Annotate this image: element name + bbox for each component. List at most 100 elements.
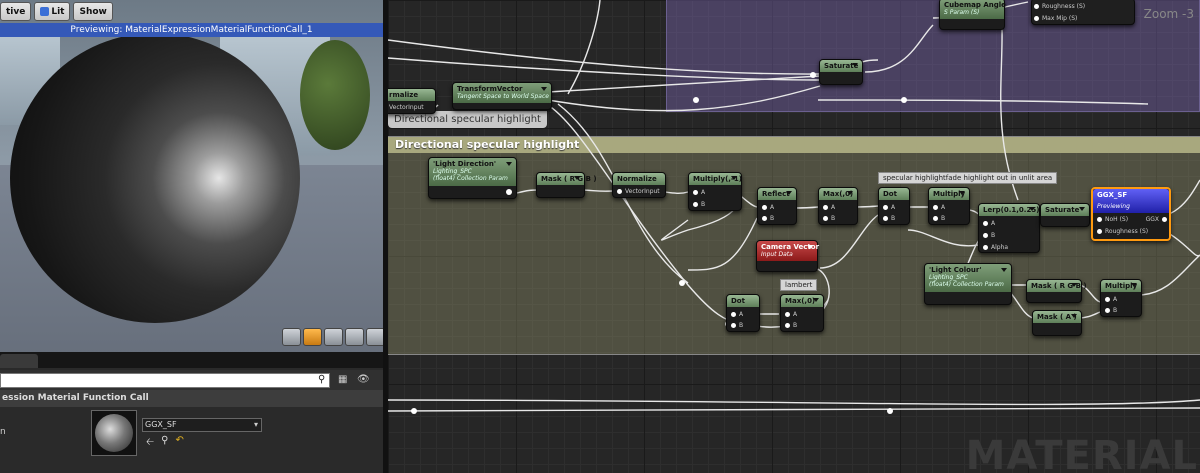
collapse-caret-icon[interactable] <box>1071 283 1077 287</box>
pin-alpha[interactable]: Alpha <box>982 244 1008 251</box>
pin-a[interactable]: A <box>932 204 945 211</box>
collapse-caret-icon[interactable] <box>852 63 858 67</box>
pin-b[interactable]: B <box>784 322 797 329</box>
pin-b[interactable]: B <box>1104 307 1117 314</box>
thumbnail-sphere <box>95 414 133 452</box>
node-multiply-3[interactable]: Multiply A B <box>1100 279 1142 317</box>
pin-b[interactable]: B <box>932 215 945 222</box>
grid-icon[interactable]: ▦ <box>338 374 347 385</box>
pin-max-mip[interactable]: Max Mip (S) <box>1033 15 1077 22</box>
node-dot-2[interactable]: Dot A B <box>726 294 760 332</box>
pin-a[interactable]: A <box>761 204 774 211</box>
details-tab[interactable] <box>0 354 38 368</box>
collapse-caret-icon[interactable] <box>1131 283 1137 287</box>
pin-b[interactable]: B <box>730 322 743 329</box>
pin-vectorinput[interactable]: VectorInput <box>389 104 424 111</box>
asset-picker-actions: 🡠 ⚲ ↶ <box>146 435 184 452</box>
node-ggx-sf-previewing: Previewing <box>1097 203 1130 210</box>
pin-a[interactable]: A <box>1104 296 1117 303</box>
node-mask-rgb-2[interactable]: Mask ( R G B ) <box>1026 279 1087 303</box>
plane-mesh-button[interactable] <box>324 328 343 346</box>
lit-button[interactable]: Lit <box>34 2 71 21</box>
collapse-caret-icon[interactable] <box>1071 314 1077 318</box>
collapse-caret-icon[interactable] <box>1001 268 1007 272</box>
node-dot-2-title: Dot <box>731 297 745 305</box>
node-reflect[interactable]: Reflect A B <box>757 187 797 225</box>
preview-viewport[interactable]: tive Lit Show Previewing: MaterialExpres… <box>0 0 383 352</box>
node-light-direction[interactable]: 'Light Direction' Lighting_SPC (float4) Co… <box>428 157 517 199</box>
browse-search-icon[interactable]: ⚲ <box>161 435 168 452</box>
use-selected-arrow-icon[interactable]: 🡠 <box>146 435 154 452</box>
pin-ggx-output[interactable]: GGX <box>1146 216 1168 223</box>
node-normalize[interactable]: Normalize VectorInput <box>612 172 666 198</box>
background-tree <box>300 40 370 150</box>
node-lerp[interactable]: Lerp(0.1,0.25) A B Alpha <box>978 203 1040 253</box>
collapse-caret-icon[interactable] <box>574 176 580 180</box>
node-cubemap-angle[interactable]: Cubemap Angle S Param (S) <box>939 0 1006 30</box>
cube-mesh-button[interactable] <box>345 328 364 346</box>
pin-b[interactable]: B <box>882 215 895 222</box>
node-ggx-sf[interactable]: GGX_SF Previewing NoH (S) Roughness (S) G… <box>1091 187 1171 241</box>
pin-a[interactable]: A <box>882 204 895 211</box>
node-camera-vector[interactable]: Camera Vector Input Data <box>756 240 819 272</box>
node-saturate-top[interactable]: Saturate <box>819 59 863 85</box>
node-cubemap-function[interactable]: Roughness (S) Max Mip (S) <box>1031 0 1135 25</box>
viewport-toolbar: tive Lit Show <box>0 2 113 22</box>
node-multiply-neg1[interactable]: Multiply(,-1) A B <box>688 172 742 211</box>
cylinder-mesh-button[interactable] <box>282 328 301 346</box>
pin-a[interactable]: A <box>730 311 743 318</box>
output-pin[interactable] <box>506 189 512 195</box>
collapse-caret-icon[interactable] <box>1079 207 1085 211</box>
comment-bubble-specular[interactable]: specular highlightfade highlight out in … <box>878 172 1058 184</box>
node-dot-1[interactable]: Dot A B <box>878 187 910 225</box>
collapse-caret-icon[interactable] <box>1029 207 1035 211</box>
pin-b[interactable]: B <box>982 232 995 239</box>
collapse-caret-icon[interactable] <box>786 191 792 195</box>
details-search-input[interactable] <box>0 373 330 388</box>
asset-picker-dropdown[interactable]: GGX_SF ▾ <box>142 418 262 432</box>
custom-mesh-button[interactable] <box>366 328 383 346</box>
asset-thumbnail[interactable] <box>91 410 137 456</box>
pin-noh[interactable]: NoH (S) <box>1096 216 1128 223</box>
realtime-button[interactable]: tive <box>0 2 32 21</box>
node-light-direction-collection: Lighting_SPC <box>433 168 472 175</box>
collapse-caret-icon[interactable] <box>959 191 965 195</box>
pin-b[interactable]: B <box>761 215 774 222</box>
pin-a[interactable]: A <box>784 311 797 318</box>
reset-yellow-icon[interactable]: ↶ <box>175 435 183 452</box>
pin-a[interactable]: A <box>692 189 705 196</box>
node-transform-vector[interactable]: TransformVector Tangent Space to World Sp… <box>452 82 552 110</box>
collapse-caret-icon[interactable] <box>506 162 512 166</box>
preview-sphere <box>10 33 300 323</box>
collapse-caret-icon[interactable] <box>847 191 853 195</box>
node-mask-rgb-1[interactable]: Mask ( R G B ) <box>536 172 597 198</box>
pin-b[interactable]: B <box>692 201 705 208</box>
sphere-mesh-button[interactable] <box>303 328 322 346</box>
pin-roughness[interactable]: Roughness (S) <box>1033 3 1085 10</box>
comment-bubble-lambert-text: lambert <box>785 281 813 289</box>
pin-vectorinput[interactable]: VectorInput <box>617 188 660 195</box>
node-normalize-top[interactable]: rmalize VectorInput <box>388 88 436 114</box>
collapse-caret-icon[interactable] <box>541 87 547 91</box>
collapse-caret-icon[interactable] <box>813 298 819 302</box>
collapse-caret-icon[interactable] <box>807 245 813 249</box>
pin-b[interactable]: B <box>822 215 835 222</box>
search-icon[interactable]: ⚲ <box>318 374 325 385</box>
pin-a[interactable]: A <box>822 204 835 211</box>
node-multiply-2[interactable]: Multiply A B <box>928 187 970 225</box>
eye-icon[interactable]: 👁 <box>357 374 370 385</box>
pin-a[interactable]: A <box>982 220 995 227</box>
comment-bubble-lambert[interactable]: lambert <box>780 279 818 291</box>
show-button[interactable]: Show <box>73 2 113 21</box>
node-saturate[interactable]: Saturate <box>1040 203 1090 227</box>
node-mask-a[interactable]: Mask ( A ) <box>1032 310 1082 336</box>
material-graph-canvas[interactable]: Directional specular highlight Direction… <box>388 0 1200 473</box>
details-tab-strip <box>0 352 383 368</box>
node-normalize-title: Normalize <box>617 175 657 183</box>
node-max-2[interactable]: Max(,0) A B <box>780 294 824 332</box>
pin-roughness[interactable]: Roughness (S) <box>1096 228 1148 235</box>
collapse-caret-icon[interactable] <box>731 176 737 180</box>
node-light-colour[interactable]: 'Light Colour' Lighting_SPC (float4) Colle… <box>924 263 1012 305</box>
node-max-1[interactable]: Max(,0) A B <box>818 187 858 225</box>
details-category-header[interactable]: ession Material Function Call <box>0 390 383 407</box>
